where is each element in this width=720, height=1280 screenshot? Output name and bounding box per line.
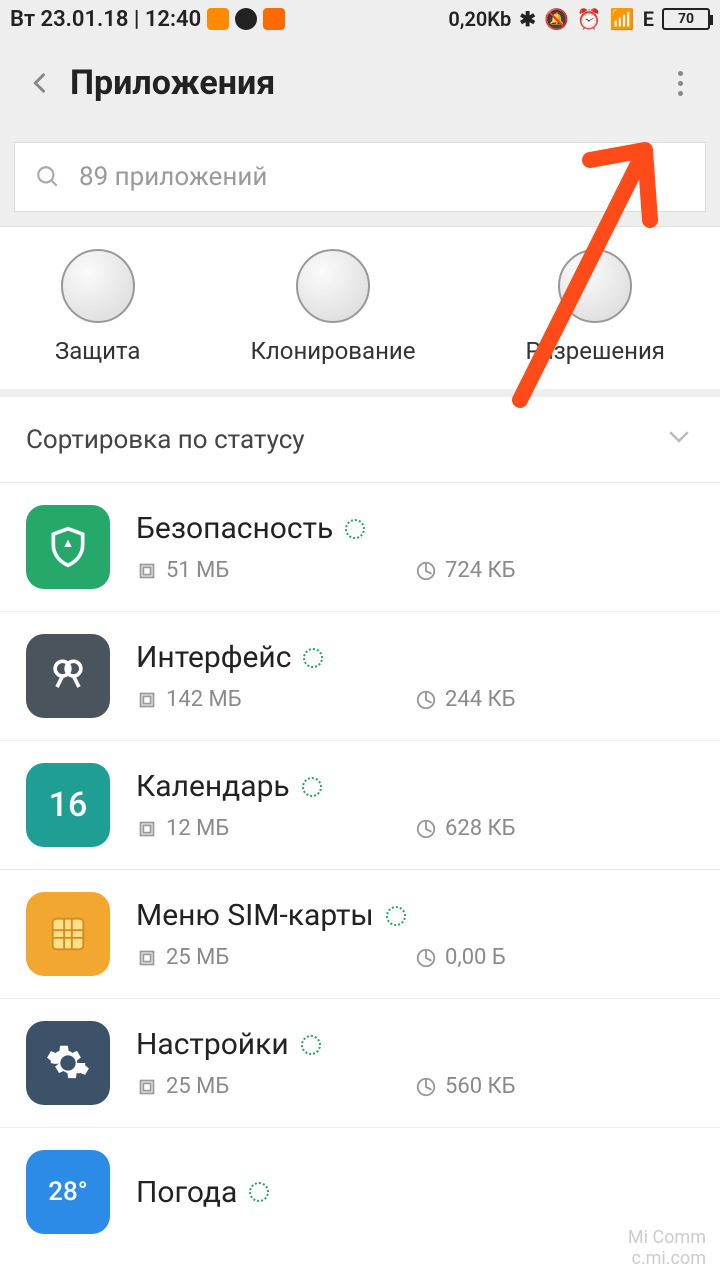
app-name: Безопасность [136, 511, 333, 546]
notif-icon-1 [207, 8, 229, 30]
alarm-icon: ⏰ [577, 7, 602, 31]
battery-icon: 70 [662, 8, 710, 30]
watermark-line1: Mi Comm [628, 1227, 706, 1249]
app-row-security[interactable]: Безопасность 51 МБ 724 КБ [0, 483, 720, 612]
action-label: Защита [55, 337, 140, 365]
app-storage: 142 МБ [166, 687, 242, 712]
app-name: Погода [136, 1175, 237, 1210]
search-placeholder: 89 приложений [79, 162, 267, 192]
running-badge-icon [302, 777, 322, 797]
app-data: 628 КБ [445, 816, 516, 841]
notif-icon-3 [263, 8, 285, 30]
app-name: Календарь [136, 769, 290, 804]
app-header: Приложения [0, 38, 720, 128]
running-badge-icon [345, 519, 365, 539]
sort-dropdown[interactable]: Сортировка по статусу [0, 397, 720, 483]
search-icon [35, 164, 61, 190]
app-icon [26, 634, 110, 718]
app-data: 0,00 Б [445, 945, 506, 970]
running-badge-icon [301, 1035, 321, 1055]
app-row-weather[interactable]: 28° Погода [0, 1128, 720, 1240]
action-label: Разрешения [526, 337, 665, 365]
action-label: Клонирование [250, 337, 415, 365]
app-row-calendar[interactable]: 16 Календарь 12 МБ 628 КБ [0, 741, 720, 870]
page-title: Приложения [70, 63, 275, 103]
chevron-down-icon [664, 421, 694, 458]
storage-icon [136, 818, 158, 840]
top-actions: Защита Клонирование Разрешения [0, 227, 720, 397]
app-storage: 25 МБ [166, 945, 229, 970]
app-icon [26, 505, 110, 589]
app-storage: 51 МБ [166, 558, 229, 583]
running-badge-icon [386, 906, 406, 926]
status-bar: Вт 23.01.18 | 12:40 0,20Kb ✱ 🔕 ⏰ 📶 E 70 [0, 0, 720, 38]
notif-icon-2 [235, 8, 257, 30]
app-storage: 12 МБ [166, 816, 229, 841]
data-icon [415, 689, 437, 711]
app-data: 560 КБ [445, 1074, 516, 1099]
search-container: 89 приложений [0, 128, 720, 227]
watermark: Mi Comm c.mi.com [628, 1227, 706, 1270]
status-data: 0,20Kb [448, 7, 511, 31]
action-permissions[interactable]: Разрешения [526, 249, 665, 365]
app-data: 724 КБ [445, 558, 516, 583]
signal-icon: 📶 [610, 7, 635, 31]
app-row-settings[interactable]: Настройки 25 МБ 560 КБ [0, 999, 720, 1128]
running-badge-icon [249, 1182, 269, 1202]
app-row-interface[interactable]: Интерфейс 142 МБ 244 КБ [0, 612, 720, 741]
search-input[interactable]: 89 приложений [14, 142, 706, 212]
app-storage: 25 МБ [166, 1074, 229, 1099]
circle-icon [296, 249, 370, 323]
app-name: Настройки [136, 1027, 289, 1062]
data-icon [415, 947, 437, 969]
action-protection[interactable]: Защита [55, 249, 140, 365]
circle-icon [558, 249, 632, 323]
storage-icon [136, 560, 158, 582]
dnd-icon: 🔕 [544, 7, 569, 31]
watermark-line2: c.mi.com [628, 1248, 706, 1270]
app-icon [26, 892, 110, 976]
storage-icon [136, 1076, 158, 1098]
data-icon [415, 560, 437, 582]
app-data: 244 КБ [445, 687, 516, 712]
app-icon: 16 [26, 763, 110, 847]
circle-icon [61, 249, 135, 323]
storage-icon [136, 689, 158, 711]
storage-icon [136, 947, 158, 969]
app-icon [26, 1021, 110, 1105]
app-name: Интерфейс [136, 640, 291, 675]
status-datetime: Вт 23.01.18 | 12:40 [10, 7, 201, 32]
app-list: Безопасность 51 МБ 724 КБ Интерфейс [0, 483, 720, 1240]
back-button[interactable] [20, 63, 60, 103]
data-icon [415, 818, 437, 840]
action-cloning[interactable]: Клонирование [250, 249, 415, 365]
sort-label: Сортировка по статусу [26, 425, 305, 455]
app-icon: 28° [26, 1150, 110, 1234]
status-right: 0,20Kb ✱ 🔕 ⏰ 📶 E 70 [448, 7, 710, 31]
running-badge-icon [303, 648, 323, 668]
app-name: Меню SIM-карты [136, 898, 374, 933]
app-row-sim[interactable]: Меню SIM-карты 25 МБ 0,00 Б [0, 870, 720, 999]
overflow-menu-button[interactable] [660, 63, 700, 103]
network-type: E [643, 7, 654, 31]
bluetooth-icon: ✱ [519, 7, 536, 31]
data-icon [415, 1076, 437, 1098]
status-left: Вт 23.01.18 | 12:40 [10, 7, 285, 32]
